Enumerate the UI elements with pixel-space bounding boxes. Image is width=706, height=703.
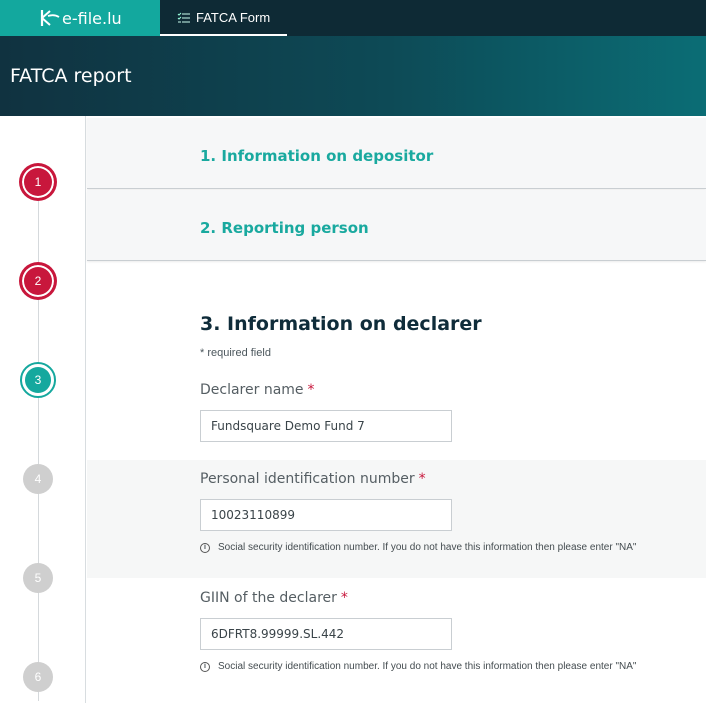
top-bar: e-file.lu FATCA Form	[0, 0, 706, 36]
tab-fatca-form[interactable]: FATCA Form	[160, 0, 287, 36]
pin-hint: i Social security identification number.…	[200, 542, 636, 553]
step-1[interactable]: 1	[20, 164, 56, 200]
step-6[interactable]: 6	[23, 662, 53, 692]
pin-input[interactable]	[200, 499, 452, 531]
declarer-name-input[interactable]	[200, 410, 452, 442]
page-title: FATCA report	[10, 65, 132, 87]
info-icon: i	[200, 661, 210, 672]
checklist-icon	[177, 12, 190, 22]
logo[interactable]: e-file.lu	[0, 0, 160, 36]
step-6-number: 6	[34, 670, 42, 684]
step-5-number: 5	[34, 571, 42, 585]
declarer-name-label: Declarer name *	[200, 382, 315, 398]
required-star: *	[340, 590, 348, 606]
logo-text: e-file.lu	[62, 8, 122, 28]
step-3[interactable]: 3	[20, 362, 56, 398]
pin-label: Personal identification number *	[200, 471, 426, 487]
pin-label-text: Personal identification number	[200, 471, 415, 487]
giin-label-text: GIIN of the declarer	[200, 590, 337, 606]
section-reporting-person-title[interactable]: 2. Reporting person	[200, 219, 369, 237]
pin-hint-text: Social security identification number. I…	[218, 542, 637, 553]
step-2[interactable]: 2	[20, 263, 56, 299]
required-field-note: * required field	[200, 347, 271, 359]
step-4[interactable]: 4	[23, 464, 53, 494]
page-header: FATCA report	[0, 36, 706, 116]
giin-hint: i Social security identification number.…	[200, 661, 636, 672]
tab-label: FATCA Form	[196, 9, 271, 25]
required-star: *	[418, 471, 426, 487]
giin-input[interactable]	[200, 618, 452, 650]
step-5[interactable]: 5	[23, 563, 53, 593]
stepper: 1 2 3 4 5 6	[0, 116, 86, 703]
step-2-number: 2	[34, 274, 42, 288]
giin-label: GIIN of the declarer *	[200, 590, 348, 606]
step-3-number: 3	[34, 373, 42, 387]
step-4-number: 4	[34, 472, 42, 486]
section-depositor-title[interactable]: 1. Information on depositor	[200, 147, 433, 165]
declarer-name-label-text: Declarer name	[200, 382, 304, 398]
logo-mark-icon	[40, 10, 60, 26]
info-icon: i	[200, 542, 210, 553]
giin-hint-text: Social security identification number. I…	[218, 661, 637, 672]
section-declarer-title: 3. Information on declarer	[200, 313, 482, 335]
required-star: *	[307, 382, 315, 398]
section-depositor[interactable]: 1. Information on depositor	[87, 118, 706, 189]
step-1-number: 1	[34, 175, 42, 189]
section-reporting-person[interactable]: 2. Reporting person	[87, 190, 706, 261]
